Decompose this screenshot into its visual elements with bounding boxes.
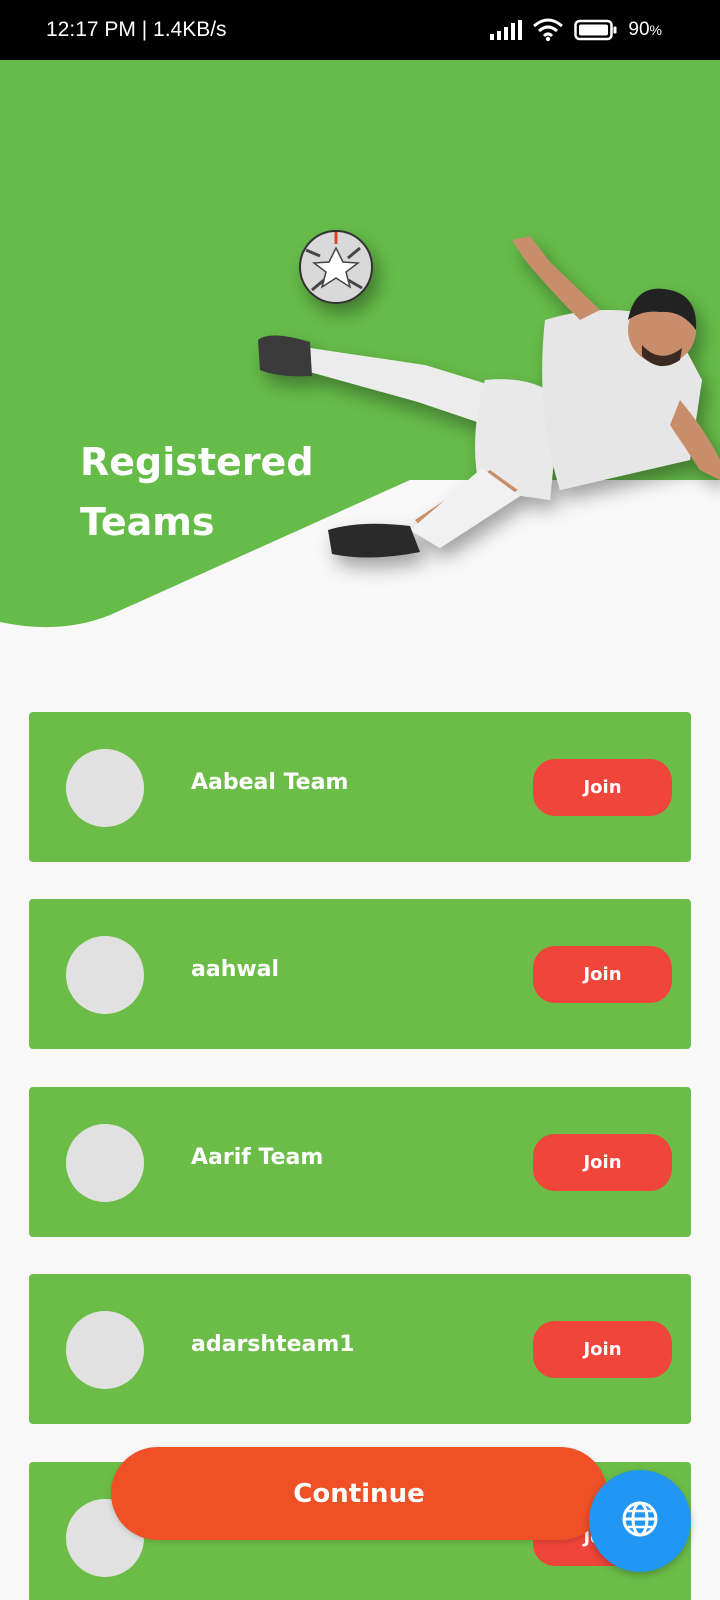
- team-avatar: [66, 1311, 144, 1389]
- team-card[interactable]: aahwal Join: [29, 899, 691, 1049]
- battery-percentage: 90%: [628, 19, 662, 40]
- page-title: Registered Teams: [80, 440, 314, 544]
- signal-icon: [490, 20, 523, 40]
- header-banner: Registered Teams: [0, 60, 720, 650]
- language-fab-button[interactable]: [589, 1470, 691, 1572]
- team-name: aahwal: [191, 957, 280, 982]
- status-bar: 12:17 PM | 1.4KB/s 90%: [0, 0, 720, 60]
- status-time-speed: 12:17 PM | 1.4KB/s: [46, 18, 227, 41]
- team-card[interactable]: Aabeal Team Join: [29, 712, 691, 862]
- team-name: Aabeal Team: [191, 770, 349, 795]
- wifi-icon: [532, 18, 564, 42]
- continue-button[interactable]: Continue: [111, 1447, 607, 1540]
- team-avatar: [66, 936, 144, 1014]
- globe-icon: [620, 1499, 660, 1543]
- join-button[interactable]: Join: [533, 1321, 672, 1378]
- team-avatar: [66, 749, 144, 827]
- join-button[interactable]: Join: [533, 759, 672, 816]
- battery-icon: [574, 19, 618, 41]
- team-name: Aarif Team: [191, 1145, 324, 1170]
- join-button[interactable]: Join: [533, 1134, 672, 1191]
- team-name: adarshteam1: [191, 1332, 355, 1357]
- team-avatar: [66, 1124, 144, 1202]
- team-card[interactable]: adarshteam1 Join: [29, 1274, 691, 1424]
- team-card[interactable]: Aarif Team Join: [29, 1087, 691, 1237]
- status-icons: 90%: [490, 18, 662, 42]
- join-button[interactable]: Join: [533, 946, 672, 1003]
